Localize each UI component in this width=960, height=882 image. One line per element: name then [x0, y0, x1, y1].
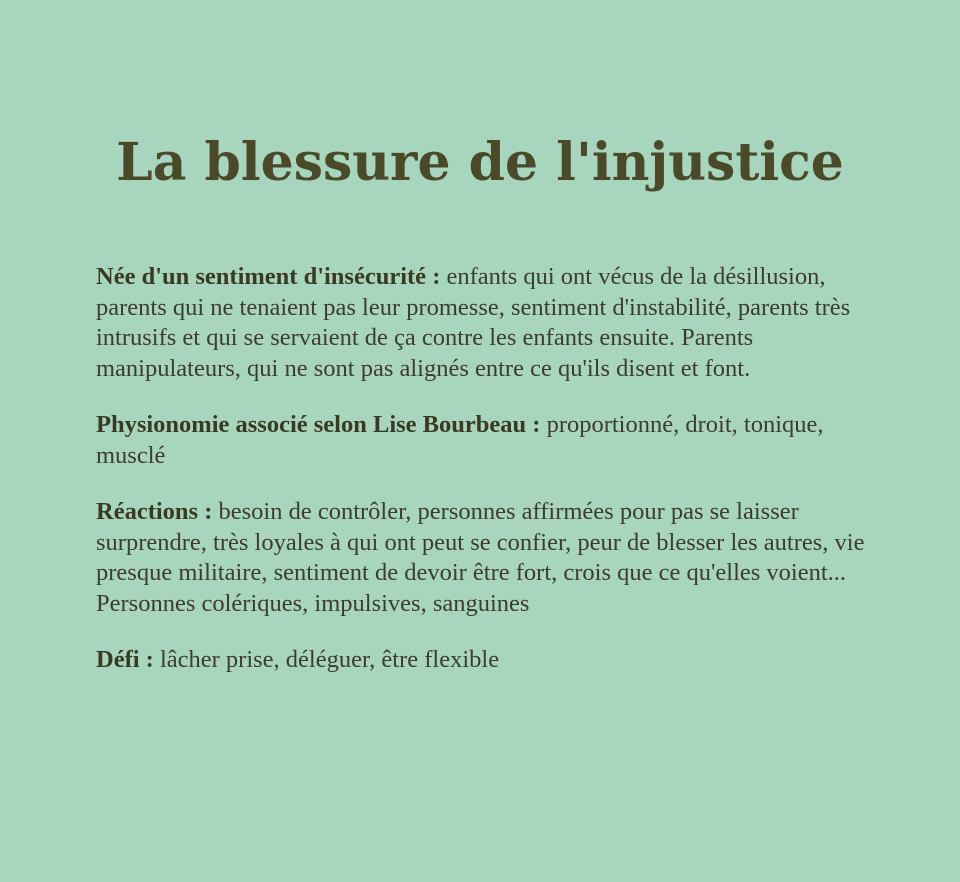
- section-defi-text: lâcher prise, déléguer, être flexible: [159, 646, 500, 673]
- section-defi-label: Défi: [96, 646, 140, 673]
- section-origin-label: Née d'un sentiment d'insécurité: [96, 263, 427, 290]
- section-defi-separator: :: [139, 646, 160, 673]
- section-defi: Défi : lâcher prise, déléguer, être flex…: [96, 645, 896, 676]
- section-origin: Née d'un sentiment d'insécurité : enfant…: [96, 262, 896, 384]
- section-physionomie-separator: :: [526, 411, 547, 438]
- section-reactions: Réactions : besoin de contrôler, personn…: [96, 497, 896, 619]
- document-card: La blessure de l'injustice Née d'un sent…: [0, 0, 960, 882]
- page-title: La blessure de l'injustice: [116, 132, 844, 193]
- section-reactions-label: Réactions: [96, 498, 199, 525]
- section-physionomie: Physionomie associé selon Lise Bourbeau …: [96, 410, 896, 471]
- document-body: Née d'un sentiment d'insécurité : enfant…: [96, 262, 896, 702]
- section-origin-separator: :: [426, 263, 447, 290]
- section-reactions-separator: :: [198, 498, 219, 525]
- section-physionomie-label: Physionomie associé selon Lise Bourbeau: [96, 411, 527, 438]
